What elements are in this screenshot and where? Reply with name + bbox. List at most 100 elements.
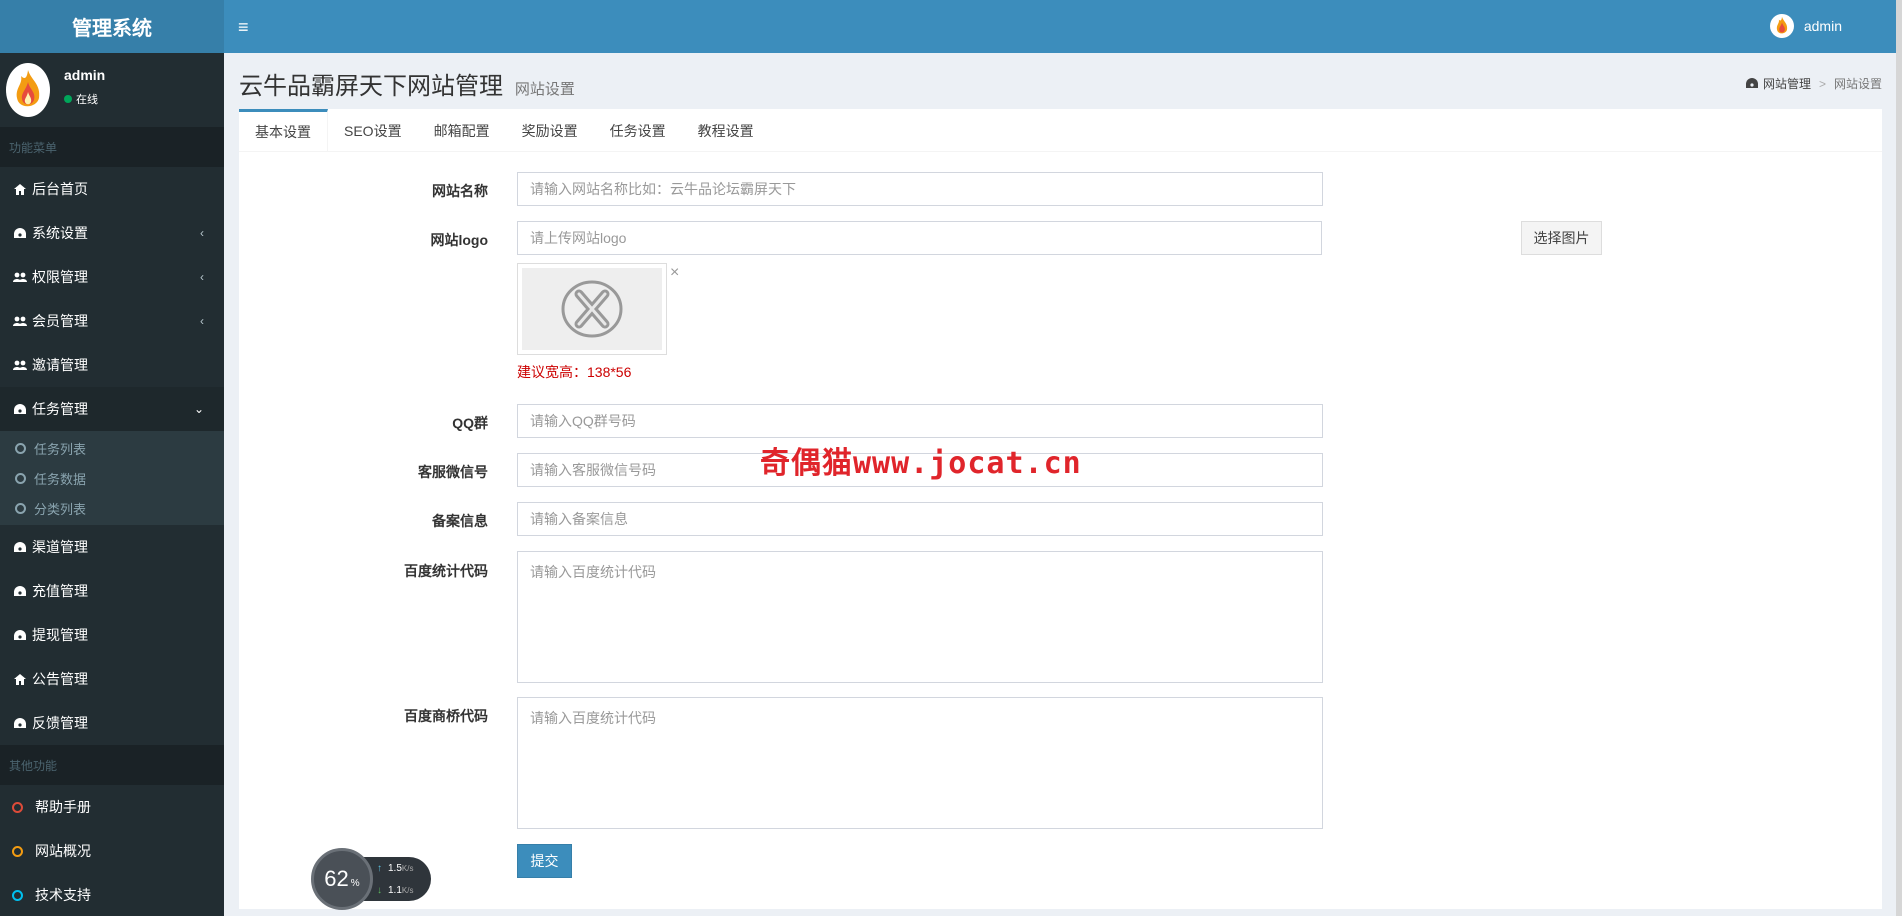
users-icon xyxy=(12,360,28,370)
chevron-left-icon: ‹ xyxy=(200,226,204,240)
watermark-text: 奇偶猫www.jocat.cn xyxy=(760,446,1082,481)
submit-button[interactable]: 提交 xyxy=(517,844,572,878)
settings-tabs: 基本设置 SEO设置 邮箱配置 奖励设置 任务设置 教程设置 xyxy=(239,109,1882,152)
sidebar-item-recharge[interactable]: 充值管理 xyxy=(0,569,224,613)
rate-unit: K/s xyxy=(401,863,414,873)
sidebar-item-home[interactable]: 后台首页 xyxy=(0,167,224,211)
dashboard-icon xyxy=(12,542,28,552)
arrow-up-icon: ↑ xyxy=(377,862,382,874)
sidebar-item-invites[interactable]: 邀请管理 xyxy=(0,343,224,387)
submenu-item-category-list[interactable]: 分类列表 xyxy=(0,493,224,523)
scrollbar[interactable] xyxy=(1896,0,1902,916)
page-subtitle: 网站设置 xyxy=(514,81,575,98)
sidebar-item-label: 任务管理 xyxy=(32,401,88,417)
dashboard-icon xyxy=(12,630,28,640)
remove-image-icon[interactable]: × xyxy=(670,264,679,282)
submenu-item-task-data[interactable]: 任务数据 xyxy=(0,463,224,493)
dashboard-icon xyxy=(12,718,28,728)
site-name-label: 网站名称 xyxy=(432,183,488,199)
submenu-label: 任务数据 xyxy=(34,471,87,487)
circle-icon xyxy=(15,502,26,514)
sidebar-item-label: 帮助手册 xyxy=(35,799,91,815)
menu-header: 功能菜单 xyxy=(0,127,224,167)
users-icon xyxy=(12,316,28,326)
logo-input[interactable]: 请上传网站logo xyxy=(517,221,1322,255)
dashboard-icon xyxy=(12,404,28,414)
tab-tutorial[interactable]: 教程设置 xyxy=(682,109,770,152)
sidebar-item-label: 系统设置 xyxy=(32,225,88,241)
sidebar-item-overview[interactable]: 网站概况 xyxy=(0,829,224,873)
circle-icon xyxy=(12,845,23,857)
arrow-down-icon: ↓ xyxy=(377,884,382,896)
tab-tasks[interactable]: 任务设置 xyxy=(594,109,682,152)
tab-rewards[interactable]: 奖励设置 xyxy=(506,109,594,152)
broken-image-icon xyxy=(561,280,623,338)
logo-label: 网站logo xyxy=(430,232,488,248)
sidebar-item-label: 会员管理 xyxy=(32,313,88,329)
avatar xyxy=(1769,14,1794,38)
home-icon xyxy=(12,183,28,195)
download-speed: 1.1 xyxy=(388,884,402,896)
submenu-item-task-list[interactable]: 任务列表 xyxy=(0,433,224,463)
dashboard-icon xyxy=(12,228,28,238)
user-panel: admin 在线 xyxy=(0,53,224,127)
submenu-label: 任务列表 xyxy=(34,441,87,457)
chevron-left-icon: ‹ xyxy=(200,270,204,284)
site-name-input[interactable]: 请输入网站名称比如：云牛品论坛霸屏天下 xyxy=(517,172,1323,206)
avatar xyxy=(6,63,50,117)
sidebar-item-permissions[interactable]: 权限管理 ‹ xyxy=(0,255,224,299)
breadcrumb: 网站管理 > 网站设置 xyxy=(1745,75,1882,92)
sidebar: 管理系统 admin 在线 功能菜单 后台首页 系统设置 ‹ 权限管理 ‹ 会员… xyxy=(0,0,224,916)
user-menu[interactable]: admin xyxy=(1769,14,1842,38)
sidebar-item-label: 提现管理 xyxy=(32,627,88,643)
user-status: 在线 xyxy=(64,91,98,107)
chevron-left-icon: ‹ xyxy=(200,314,204,328)
circle-icon xyxy=(15,442,26,454)
circle-icon xyxy=(12,889,23,901)
qq-label: QQ群 xyxy=(452,415,488,431)
gauge-unit: % xyxy=(350,877,360,889)
tab-basic[interactable]: 基本设置 xyxy=(239,109,328,152)
status-text: 在线 xyxy=(76,94,98,106)
sidebar-item-label: 邀请管理 xyxy=(32,357,88,373)
qq-input[interactable]: 请输入QQ群号码 xyxy=(517,404,1323,438)
sidebar-item-announcements[interactable]: 公告管理 xyxy=(0,657,224,701)
app-logo[interactable]: 管理系统 xyxy=(0,0,224,53)
sidebar-item-members[interactable]: 会员管理 ‹ xyxy=(0,299,224,343)
submenu-label: 分类列表 xyxy=(34,501,87,517)
baidu-bridge-textarea[interactable]: 请输入百度统计代码 xyxy=(517,697,1323,829)
header-username: admin xyxy=(1803,18,1842,34)
user-name: admin xyxy=(64,67,106,83)
sidebar-item-withdraw[interactable]: 提现管理 xyxy=(0,613,224,657)
sidebar-item-system[interactable]: 系统设置 ‹ xyxy=(0,211,224,255)
circle-icon xyxy=(12,801,23,813)
memory-gauge: 62% xyxy=(311,848,373,910)
sidebar-item-help[interactable]: 帮助手册 xyxy=(0,785,224,829)
flame-icon xyxy=(1776,16,1787,34)
home-icon xyxy=(12,673,28,685)
sidebar-item-label: 网站概况 xyxy=(35,843,91,859)
breadcrumb-separator: > xyxy=(1818,76,1826,91)
tab-mail[interactable]: 邮箱配置 xyxy=(418,109,506,152)
online-dot-icon xyxy=(64,95,72,103)
baidu-stat-textarea[interactable]: 请输入百度统计代码 xyxy=(517,551,1323,683)
icp-input[interactable]: 请输入备案信息 xyxy=(517,502,1323,536)
sidebar-item-channels[interactable]: 渠道管理 xyxy=(0,525,224,569)
baidu-bridge-label: 百度商桥代码 xyxy=(404,708,488,724)
sidebar-item-label: 权限管理 xyxy=(32,269,88,285)
top-navbar: ≡ admin xyxy=(224,0,1902,53)
sidebar-item-feedback[interactable]: 反馈管理 xyxy=(0,701,224,745)
choose-image-button[interactable]: 选择图片 xyxy=(1521,221,1602,255)
flame-icon xyxy=(16,70,40,107)
tab-seo[interactable]: SEO设置 xyxy=(328,109,418,152)
sidebar-item-label: 充值管理 xyxy=(32,583,88,599)
chevron-down-icon: ⌄ xyxy=(193,402,204,416)
rate-unit: K/s xyxy=(401,885,414,895)
dashboard-icon xyxy=(1745,77,1758,91)
sidebar-item-label: 渠道管理 xyxy=(32,539,88,555)
breadcrumb-home[interactable]: 网站管理 xyxy=(1763,75,1811,92)
sidebar-item-tasks[interactable]: 任务管理 ⌄ xyxy=(0,387,224,431)
sidebar-item-support[interactable]: 技术支持 xyxy=(0,873,224,916)
dashboard-icon xyxy=(12,586,28,596)
menu-toggle-icon[interactable]: ≡ xyxy=(238,17,249,38)
